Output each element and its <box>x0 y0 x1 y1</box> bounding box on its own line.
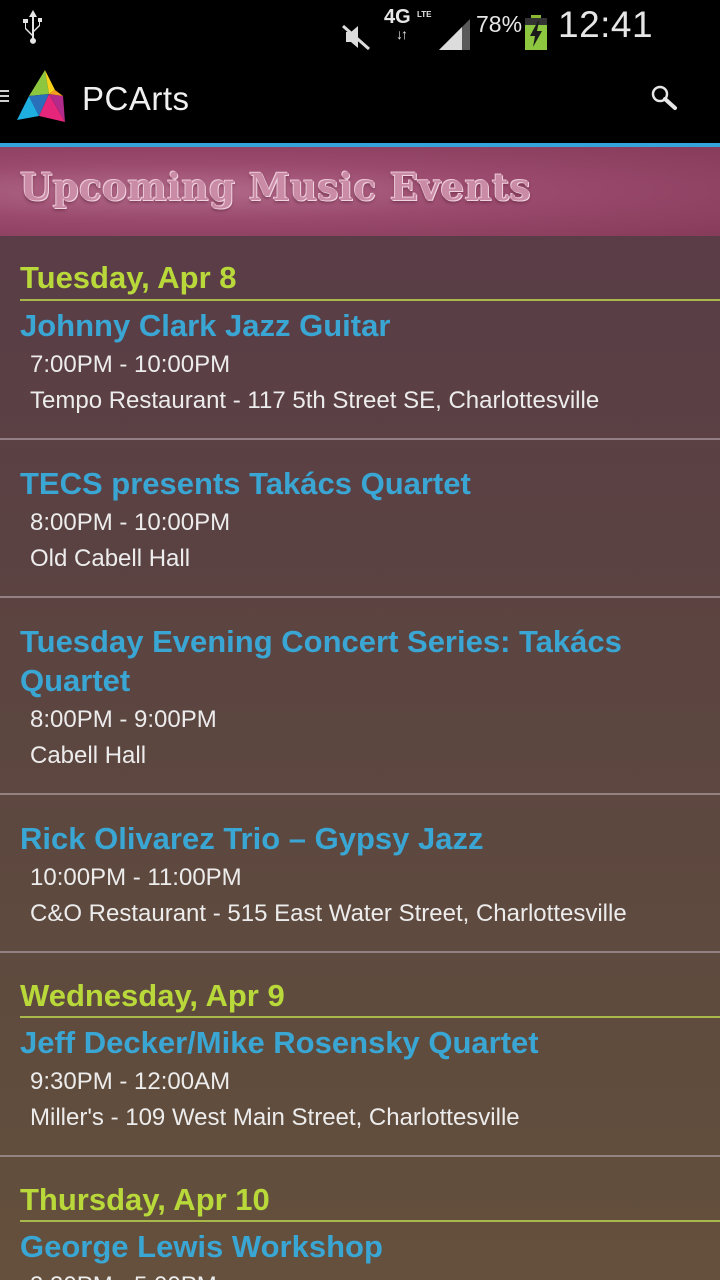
day-divider <box>20 299 720 301</box>
day-header: Wednesday, Apr 9 <box>20 978 285 1013</box>
search-icon[interactable] <box>650 84 678 112</box>
pcarts-logo-icon[interactable] <box>15 68 67 126</box>
event-title[interactable]: Tuesday Evening Concert Series: Takács Q… <box>20 622 700 700</box>
event-title[interactable]: Johnny Clark Jazz Guitar <box>20 306 700 345</box>
network-label: 4G <box>384 6 411 28</box>
network-sub-label: LTE <box>417 10 432 19</box>
event-title[interactable]: TECS presents Takács Quartet <box>20 464 700 503</box>
list-divider <box>0 951 720 953</box>
usb-icon <box>23 10 42 44</box>
list-divider <box>0 1155 720 1157</box>
list-divider <box>0 596 720 598</box>
event-time: 8:00PM - 10:00PM <box>30 509 231 536</box>
event-venue: Miller's - 109 West Main Street, Charlot… <box>30 1104 520 1131</box>
network-4g-lte-icon: 4G LTE ↓↑ <box>384 6 432 56</box>
event-time: 3:30PM - 5:00PM <box>30 1272 217 1280</box>
event-venue: Cabell Hall <box>30 742 147 769</box>
menu-lines-icon[interactable] <box>0 90 10 105</box>
banner-title: Upcoming Music Events <box>20 165 531 209</box>
event-venue: Tempo Restaurant - 117 5th Street SE, Ch… <box>30 387 600 414</box>
event-venue: Old Cabell Hall <box>30 545 191 572</box>
clock-time: 12:41 PM <box>558 4 654 87</box>
event-venue: C&O Restaurant - 515 East Water Street, … <box>30 900 627 927</box>
day-divider <box>20 1016 720 1018</box>
status-bar: 4G LTE ↓↑ 78% 12:41 PM <box>0 0 720 87</box>
event-time: 10:00PM - 11:00PM <box>30 864 242 891</box>
day-header: Thursday, Apr 10 <box>20 1182 270 1217</box>
event-time: 7:00PM - 10:00PM <box>30 351 231 378</box>
day-header: Tuesday, Apr 8 <box>20 260 237 295</box>
app-title: PCArts <box>82 80 190 117</box>
day-divider <box>20 1220 720 1222</box>
events-list[interactable]: Upcoming Music Events Tuesday, Apr 8 Joh… <box>0 147 720 1280</box>
event-title[interactable]: Jeff Decker/Mike Rosensky Quartet <box>20 1023 700 1062</box>
event-title[interactable]: Rick Olivarez Trio – Gypsy Jazz <box>20 819 700 858</box>
action-bar: PCArts <box>0 50 720 147</box>
event-time: 8:00PM - 9:00PM <box>30 706 217 733</box>
list-divider <box>0 793 720 795</box>
section-banner: Upcoming Music Events <box>0 147 720 236</box>
event-time: 9:30PM - 12:00AM <box>30 1068 231 1095</box>
event-title[interactable]: George Lewis Workshop <box>20 1227 700 1266</box>
data-arrows-icon: ↓↑ <box>396 26 408 42</box>
list-divider <box>0 438 720 440</box>
